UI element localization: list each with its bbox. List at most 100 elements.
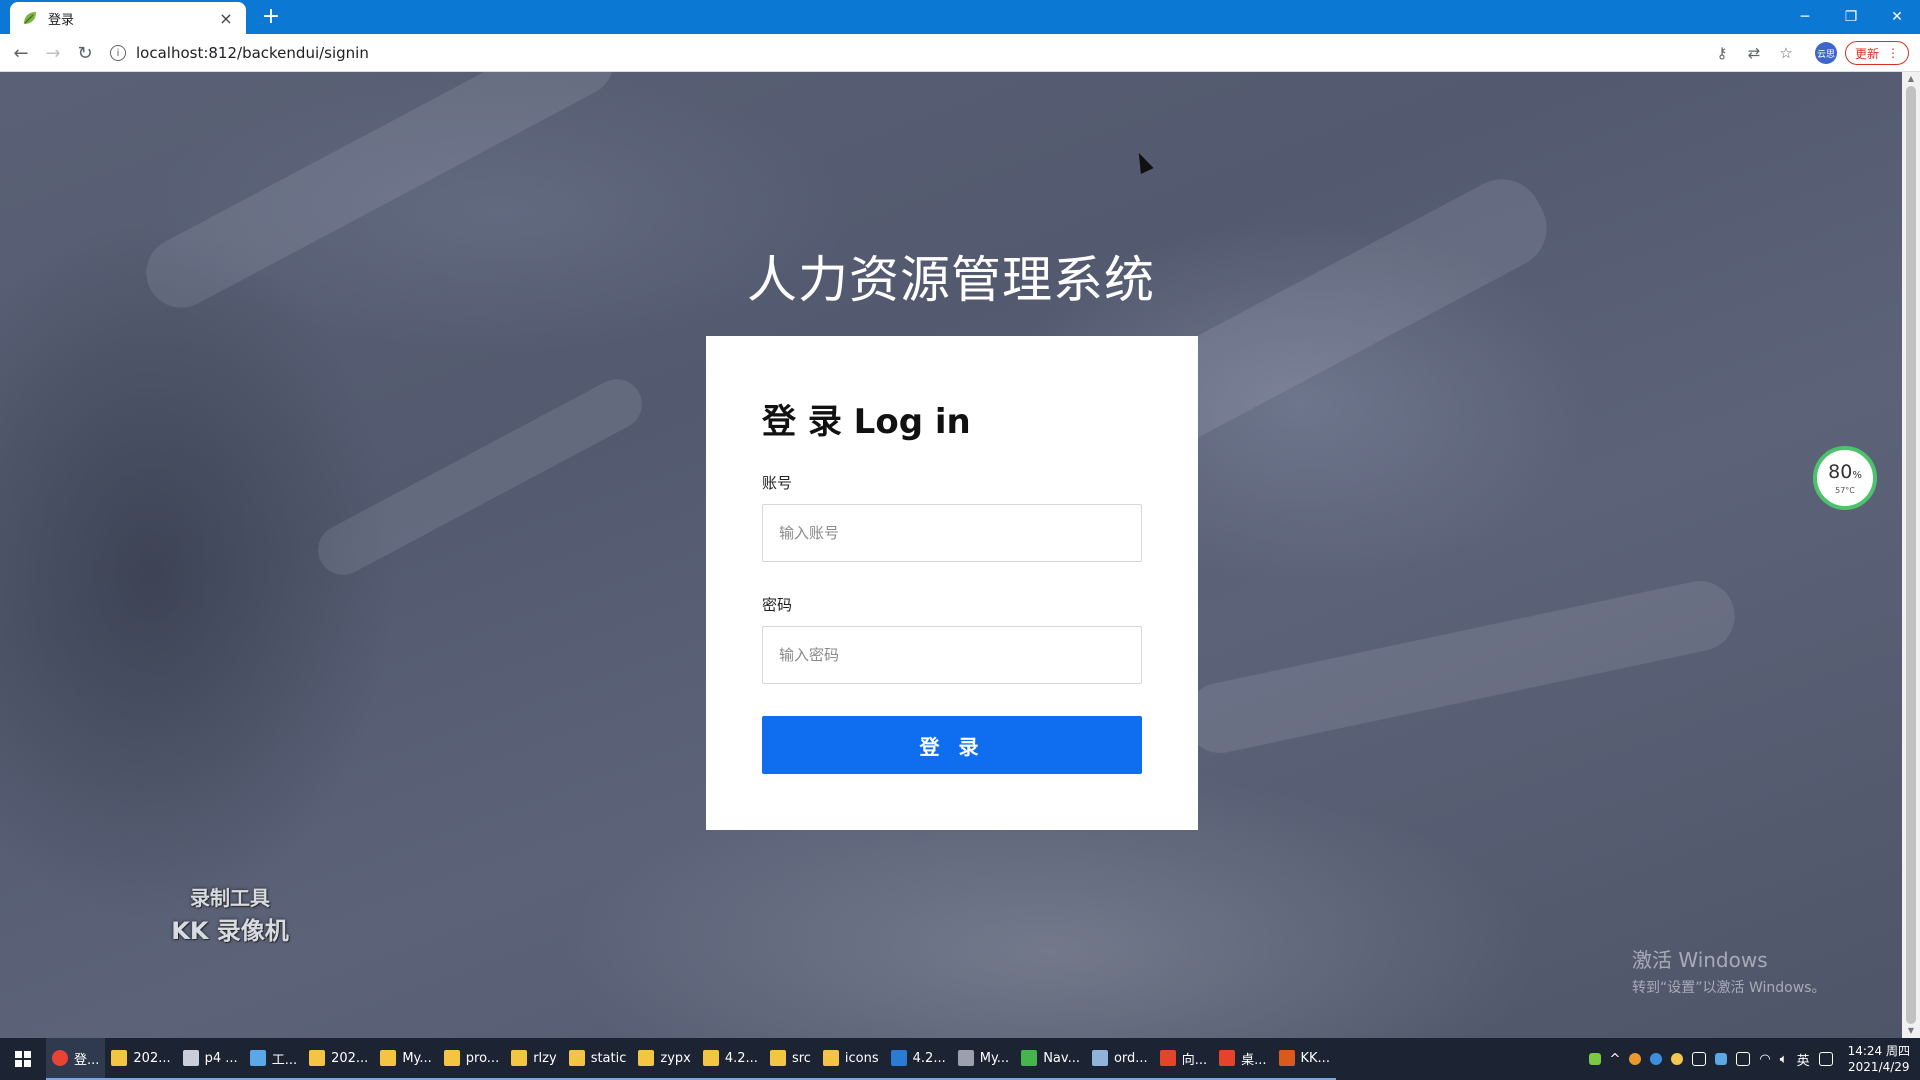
- profile-avatar[interactable]: 云思: [1815, 42, 1837, 64]
- taskbar-item[interactable]: static: [562, 1038, 633, 1080]
- login-page-background: 人力资源管理系统 登 录 Log in 账号 密码 登 录 录制工具 KK 录像…: [0, 72, 1902, 1038]
- folder-icon: [822, 1050, 839, 1066]
- taskbar-item[interactable]: icons: [816, 1038, 885, 1080]
- taskbar-item-label: 向...: [1181, 1052, 1208, 1068]
- app-icon: [1091, 1050, 1108, 1066]
- back-arrow-icon[interactable]: ←: [8, 40, 34, 66]
- taskbar-item-label: KK...: [1300, 1050, 1330, 1066]
- taskbar-item-label: My...: [979, 1050, 1010, 1066]
- login-card: 登 录 Log in 账号 密码 登 录: [706, 336, 1198, 830]
- vscode-icon: [890, 1050, 907, 1066]
- window-restore-button[interactable]: ❐: [1828, 0, 1874, 34]
- background-blur-shape: [1178, 574, 1742, 760]
- taskbar-item-label: My...: [402, 1050, 432, 1066]
- ime-indicator[interactable]: 英: [1797, 1050, 1810, 1069]
- windows-taskbar: 登... 202... p4 ... 工... 202... My... pro... rlz…: [0, 1038, 1920, 1080]
- folder-icon: [309, 1050, 326, 1066]
- update-button[interactable]: 更新 ⋮: [1845, 41, 1909, 65]
- clock-date: 2021/4/29: [1848, 1060, 1910, 1074]
- taskbar-item[interactable]: 工...: [243, 1038, 304, 1080]
- taskbar-item[interactable]: 登...: [46, 1038, 106, 1080]
- folder-icon: [380, 1050, 397, 1066]
- taskbar-item[interactable]: 4.2...: [884, 1038, 952, 1080]
- account-label: 账号: [762, 474, 793, 492]
- taskbar-item-label: 登...: [74, 1052, 100, 1068]
- browser-tab[interactable]: 登录 ×: [10, 2, 246, 34]
- tray-app-icon[interactable]: [1671, 1053, 1684, 1065]
- taskbar-item[interactable]: 202...: [303, 1038, 375, 1080]
- taskbar-item-label: ord...: [1113, 1050, 1148, 1066]
- folder-icon: [111, 1050, 128, 1066]
- folder-icon: [638, 1050, 655, 1066]
- taskbar-item[interactable]: pro...: [437, 1038, 506, 1080]
- address-bar[interactable]: i localhost:812/backendui/signin: [110, 39, 1720, 67]
- reload-icon[interactable]: ↻: [72, 40, 98, 66]
- taskbar-item[interactable]: rlzy: [505, 1038, 563, 1080]
- system-title: 人力资源管理系统: [747, 251, 1155, 309]
- translate-icon[interactable]: ⇄: [1742, 41, 1766, 65]
- taskbar-item[interactable]: ord...: [1085, 1038, 1154, 1080]
- navicat-icon: [1021, 1050, 1038, 1066]
- cpu-temperature: 57°C: [1835, 485, 1855, 495]
- taskbar-item-label: 4.2...: [724, 1050, 758, 1066]
- app-icon: [1219, 1050, 1236, 1066]
- battery-icon[interactable]: [1588, 1053, 1601, 1065]
- login-button[interactable]: 登 录: [762, 716, 1142, 774]
- password-input[interactable]: [762, 626, 1142, 684]
- scroll-down-icon[interactable]: ▼: [1902, 1024, 1920, 1038]
- activate-windows-notice: 激活 Windows 转到“设置”以激活 Windows。: [1632, 944, 1825, 997]
- folder-icon: [568, 1050, 585, 1066]
- display-icon[interactable]: [1736, 1052, 1751, 1066]
- chrome-icon: [52, 1050, 68, 1066]
- recorder-watermark-line1: 录制工具: [190, 886, 270, 910]
- taskbar-item[interactable]: p4 ...: [176, 1038, 244, 1080]
- taskbar-item[interactable]: src: [763, 1038, 817, 1080]
- taskbar-item-label: 工...: [271, 1052, 298, 1068]
- key-icon[interactable]: ⚷: [1710, 41, 1734, 65]
- scroll-up-icon[interactable]: ▲: [1902, 72, 1920, 86]
- taskbar-item[interactable]: My...: [951, 1038, 1016, 1080]
- windows-start-icon[interactable]: [0, 1038, 46, 1080]
- tray-expand-icon[interactable]: ^: [1610, 1052, 1621, 1067]
- folder-icon: [769, 1050, 786, 1066]
- cpu-usage-value: 80%: [1828, 460, 1862, 483]
- taskbar-item[interactable]: KK...: [1272, 1038, 1336, 1080]
- security-icon[interactable]: [1715, 1053, 1728, 1065]
- clock-time: 14:24 周四: [1847, 1044, 1910, 1058]
- taskbar-item-label: static: [590, 1050, 627, 1066]
- bookmark-star-icon[interactable]: ☆: [1774, 41, 1798, 65]
- window-minimize-button[interactable]: ─: [1782, 0, 1828, 34]
- taskbar-item-label: icons: [844, 1050, 879, 1066]
- taskbar-clock[interactable]: 14:24 周四 2021/4/29: [1848, 1043, 1910, 1075]
- volume-icon[interactable]: 🔈︎: [1780, 1052, 1788, 1067]
- taskbar-item[interactable]: My...: [374, 1038, 438, 1080]
- cpu-usage-gauge[interactable]: 80% 57°C: [1813, 446, 1877, 510]
- forward-arrow-icon[interactable]: →: [40, 40, 66, 66]
- tray-app-icon[interactable]: [1692, 1052, 1707, 1066]
- taskbar-item[interactable]: 202...: [105, 1038, 177, 1080]
- scrollbar-thumb[interactable]: [1906, 86, 1916, 1024]
- taskbar-item-label: 202...: [331, 1050, 369, 1066]
- network-icon[interactable]: ◠: [1759, 1052, 1770, 1067]
- window-close-button[interactable]: ✕: [1874, 0, 1920, 34]
- account-input[interactable]: [762, 504, 1142, 562]
- site-info-icon[interactable]: i: [110, 45, 126, 61]
- bluetooth-icon[interactable]: [1650, 1053, 1663, 1065]
- taskbar-item[interactable]: Nav...: [1015, 1038, 1086, 1080]
- taskbar-item[interactable]: 4.2...: [696, 1038, 764, 1080]
- kk-recorder-icon: [1278, 1050, 1295, 1066]
- background-blur-shape: [309, 370, 651, 584]
- taskbar-item-label: rlzy: [533, 1050, 557, 1066]
- new-tab-button[interactable]: +: [258, 4, 284, 30]
- taskbar-item[interactable]: zypx: [632, 1038, 697, 1080]
- taskbar-item[interactable]: 向...: [1153, 1038, 1214, 1080]
- activate-windows-hint: 转到“设置”以激活 Windows。: [1632, 980, 1826, 996]
- page-scrollbar[interactable]: ▲ ▼: [1902, 72, 1920, 1038]
- pen-icon: [957, 1050, 974, 1066]
- tray-app-icon[interactable]: [1629, 1053, 1642, 1065]
- taskbar-item-label: zypx: [660, 1050, 691, 1066]
- taskbar-item[interactable]: 桌...: [1213, 1038, 1273, 1080]
- browser-toolbar: ← → ↻ i localhost:812/backendui/signin ⚷…: [0, 34, 1920, 72]
- ime-mode-icon[interactable]: [1818, 1052, 1833, 1066]
- tab-close-icon[interactable]: ×: [216, 9, 236, 28]
